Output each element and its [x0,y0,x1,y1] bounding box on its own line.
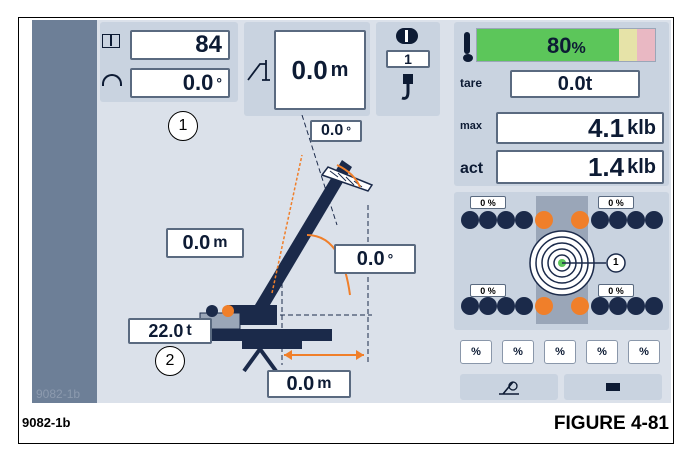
percent-button-1[interactable]: % [460,340,492,364]
boom-angle: 0.0 [356,247,385,270]
outrigger-pct-top-right: 0 % [598,196,634,209]
boom-top-angle-field[interactable]: 0.0 ° [310,120,362,142]
boom-length-field[interactable]: 0.0 m [166,228,244,258]
tare-value-field[interactable]: 0.0t [510,70,640,98]
counterweight-field[interactable]: 22.0 t [128,318,212,344]
act-value: 1.4 [587,151,625,182]
boom-length-unit: m [213,234,228,251]
tare-value: 0.0t [557,72,593,95]
menu-button[interactable] [564,374,662,400]
callout-1: 1 [168,111,198,141]
boom-angle-field[interactable]: 0.0 ° [334,244,416,274]
radius-icon [247,60,270,81]
radius-bottom: 0.0 [286,372,315,395]
load-bar: 80% [476,28,656,62]
counterweight: 22.0 [148,320,184,341]
figure-caption: FIGURE 4-81 [553,413,669,434]
reeving-parts-field[interactable]: 1 [386,50,430,68]
act-unit: klb [627,155,656,178]
menu-icon [606,383,620,391]
max-label: max [460,120,483,132]
radius-unit: m [330,58,349,81]
tare-label: tare [460,76,483,90]
load-percent: 80 [547,33,572,58]
percent-button-4[interactable]: % [586,340,618,364]
load-bar-danger [637,29,655,61]
slew-value-field[interactable]: 0.0 ° [130,68,230,98]
load-bar-warning [619,29,638,61]
hook-icon [401,74,413,100]
outrigger-pct-bottom-left: 0 % [470,284,506,297]
outrigger-pct-top-left: 0 % [470,196,506,209]
counter-value-field[interactable]: 84 [130,30,230,60]
load-percent-sign: % [571,40,586,57]
radius-bottom-field[interactable]: 0.0 m [267,370,351,398]
counter-icon [102,34,120,48]
radius-value-field[interactable]: 0.0 m [274,30,366,110]
percent-button-3[interactable]: % [544,340,576,364]
radius-value: 0.0 [291,54,328,85]
percent-button-2[interactable]: % [502,340,534,364]
max-value: 4.1 [587,112,625,143]
slew-value: 0.0 [182,70,214,95]
radius-bottom-unit: m [317,375,332,392]
max-unit: klb [627,116,656,139]
slew-unit: ° [216,75,222,91]
max-value-field[interactable]: 4.1 klb [496,112,664,144]
caption-left: 9082-1b [22,415,71,430]
boom-gauge-icon [499,381,519,395]
sidebar-code: 9082-1b [36,387,81,401]
sidebar: 9082-1b [32,20,97,403]
reeving-parts: 1 [404,51,412,67]
boom-settings-button[interactable] [460,374,558,400]
winch-marker: 1 [613,257,619,268]
act-value-field[interactable]: 1.4 klb [496,150,664,184]
load-indicator-icon [460,32,474,66]
callout-2: 2 [155,346,185,376]
crane-display-screen: 9082-1b 84 0.0 ° 0.0 m 1 80% tare 0.0t m… [32,20,671,403]
percent-button-5[interactable]: % [628,340,660,364]
boom-length: 0.0 [182,231,211,254]
outrigger-pct-bottom-right: 0 % [598,284,634,297]
outrigger-diagram [461,196,663,324]
counterweight-unit: t [186,322,192,339]
reeving-icon [396,28,418,44]
boom-top-angle: 0.0 [320,122,344,139]
boom-angle-unit: ° [387,251,394,267]
counter-value: 84 [195,31,222,58]
act-label: act [460,160,484,177]
boom-top-angle-unit: ° [346,124,352,138]
